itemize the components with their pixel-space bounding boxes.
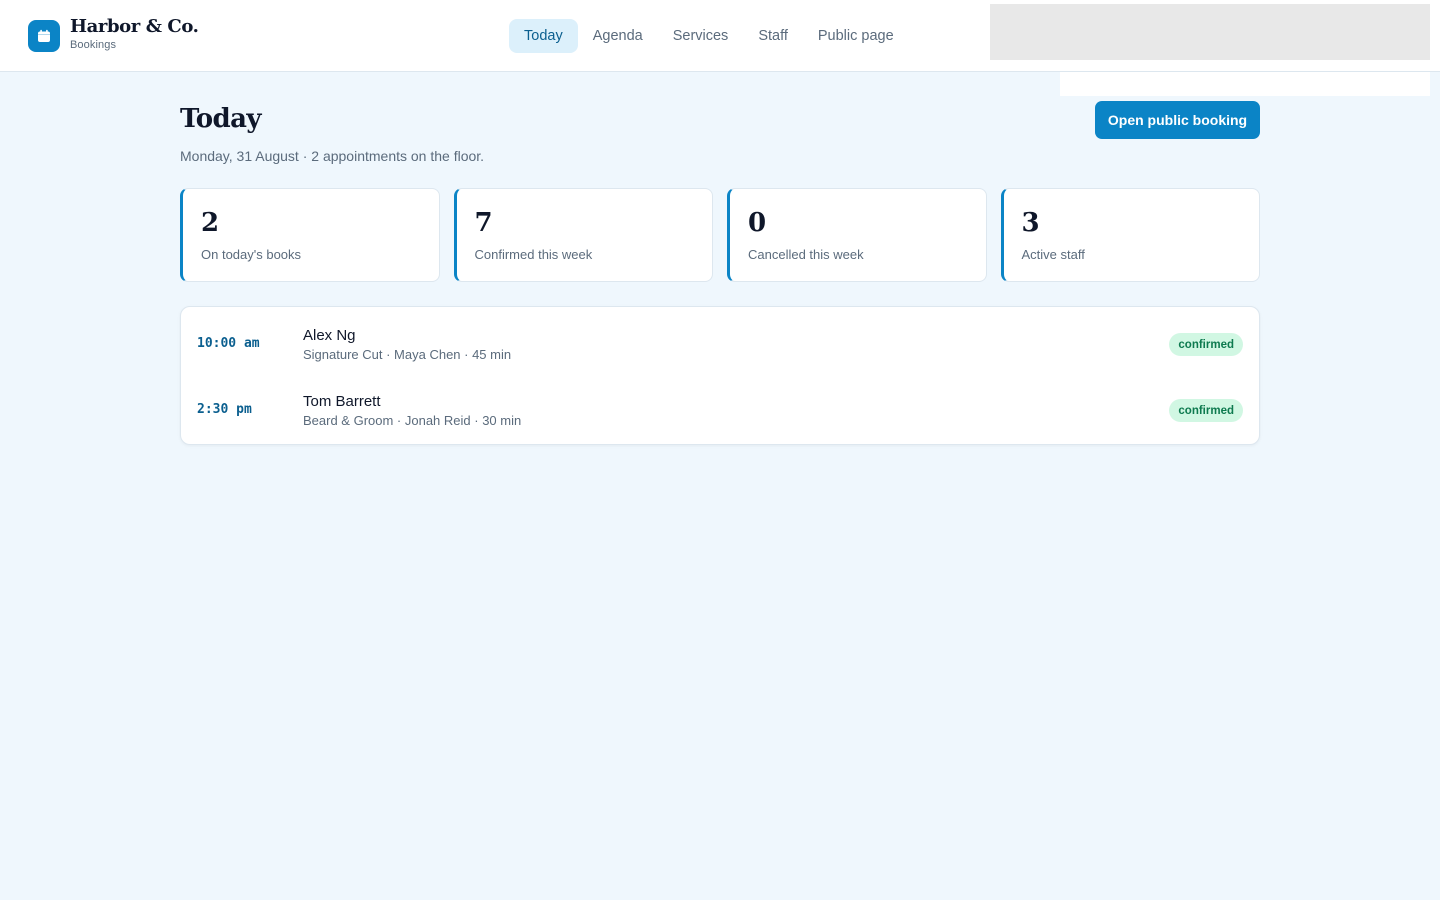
stats-row: 2 On today's books 7 Confirmed this week…	[180, 188, 1260, 282]
brand[interactable]: Harbor & Co. Bookings	[28, 15, 199, 52]
status-badge: confirmed	[1169, 333, 1243, 356]
top-bar: Harbor & Co. Bookings Today Agenda Servi…	[0, 0, 1440, 72]
stat-value: 2	[201, 208, 220, 238]
stat-value: 7	[474, 208, 493, 238]
appointments-list: 10:00 am Alex Ng Signature Cut · Maya Ch…	[180, 306, 1260, 445]
page-title: Today	[180, 104, 261, 134]
status-badge: confirmed	[1169, 399, 1243, 422]
brand-subtitle: Bookings	[70, 38, 117, 51]
appointment-time: 10:00 am	[197, 336, 260, 351]
open-public-booking-button[interactable]: Open public booking	[1095, 101, 1260, 139]
brand-text: Harbor & Co. Bookings	[70, 15, 199, 52]
nav-tab-public-page[interactable]: Public page	[803, 19, 909, 53]
appointment-time: 2:30 pm	[197, 402, 252, 417]
appointment-client: Tom Barrett	[303, 393, 381, 410]
stat-card-active-staff: 3 Active staff	[1000, 188, 1260, 282]
calendar-icon	[28, 20, 60, 52]
stat-value: 0	[748, 208, 767, 238]
stat-label: Active staff	[1021, 247, 1085, 262]
appointment-detail: Beard & Groom · Jonah Reid · 30 min	[303, 413, 522, 428]
nav-tab-agenda[interactable]: Agenda	[578, 19, 658, 53]
appointment-row[interactable]: 10:00 am Alex Ng Signature Cut · Maya Ch…	[181, 313, 1259, 379]
header-placeholder	[990, 4, 1430, 60]
appointment-row[interactable]: 2:30 pm Tom Barrett Beard & Groom · Jona…	[181, 379, 1259, 445]
main-nav: Today Agenda Services Staff Public page	[509, 19, 909, 53]
appointment-detail: Signature Cut · Maya Chen · 45 min	[303, 347, 512, 362]
stat-label: Confirmed this week	[474, 247, 593, 262]
nav-tab-staff[interactable]: Staff	[743, 19, 803, 53]
brand-name: Harbor & Co.	[70, 15, 199, 37]
stat-card-todays-books: 2 On today's books	[180, 188, 440, 282]
nav-tab-today[interactable]: Today	[509, 19, 578, 53]
header-placeholder-strip	[1060, 72, 1430, 96]
nav-tab-services[interactable]: Services	[658, 19, 744, 53]
stat-label: On today's books	[201, 247, 302, 262]
stat-card-cancelled-week: 0 Cancelled this week	[727, 188, 987, 282]
stat-card-confirmed-week: 7 Confirmed this week	[453, 188, 713, 282]
page-subtitle: Monday, 31 August · 2 appointments on th…	[180, 148, 485, 164]
appointment-client: Alex Ng	[303, 327, 356, 344]
stat-label: Cancelled this week	[748, 247, 864, 262]
stat-value: 3	[1021, 208, 1040, 238]
